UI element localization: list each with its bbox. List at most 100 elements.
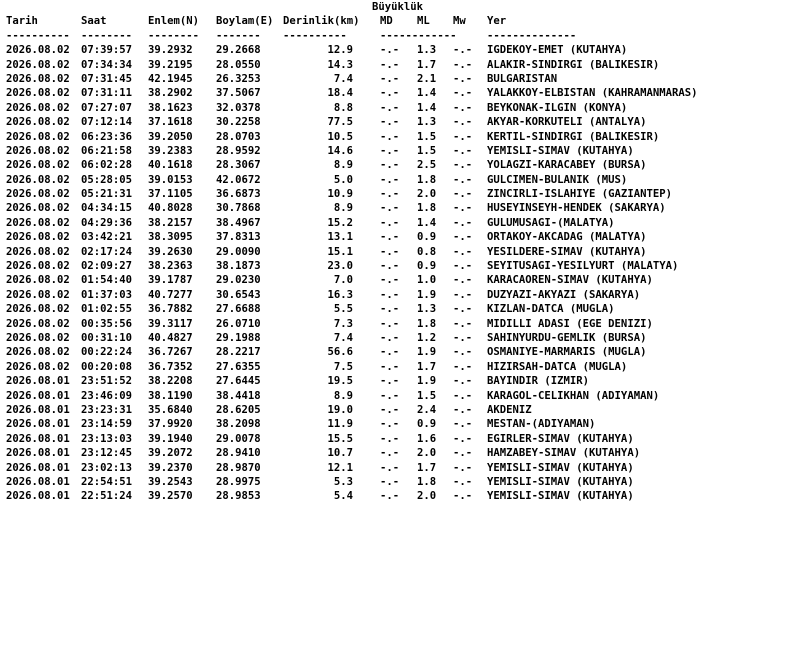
cell-time: 07:31:11 <box>81 87 133 100</box>
cell-date: 2026.08.02 <box>6 346 70 359</box>
cell-time: 01:37:03 <box>81 288 133 301</box>
cell-md: -.- <box>380 461 400 474</box>
cell-mw: -.- <box>453 346 473 359</box>
cell-latitude: 39.2370 <box>148 461 193 474</box>
cell-date: 2026.08.02 <box>6 101 70 114</box>
cell-date: 2026.08.02 <box>6 260 70 273</box>
cell-latitude: 38.3095 <box>148 231 193 244</box>
cell-depth: 18.4 <box>327 87 353 100</box>
cell-longitude: 28.2217 <box>216 346 261 359</box>
cell-longitude: 28.9870 <box>216 461 261 474</box>
cell-mw: -.- <box>453 87 473 100</box>
rule-time: -------- <box>81 29 133 42</box>
cell-time: 07:27:07 <box>81 101 133 114</box>
cell-depth: 10.9 <box>327 188 353 201</box>
cell-time: 03:42:21 <box>81 231 133 244</box>
cell-location: YEMISLI-SIMAV (KUTAHYA) <box>487 461 634 474</box>
cell-depth: 19.5 <box>327 375 353 388</box>
cell-time: 23:13:03 <box>81 432 133 445</box>
table-row: 2026.08.02 06:23:36 39.2050 28.0703 10.5… <box>6 130 800 144</box>
cell-latitude: 39.1940 <box>148 432 193 445</box>
cell-location: GULUMUSAGI-(MALATYA) <box>487 216 615 229</box>
cell-depth: 12.1 <box>327 461 353 474</box>
cell-longitude: 28.9853 <box>216 490 261 503</box>
cell-ml: 2.0 <box>417 447 437 460</box>
table-row: 2026.08.01 23:51:52 38.2208 27.6445 19.5… <box>6 374 800 388</box>
cell-latitude: 40.7277 <box>148 288 193 301</box>
cell-longitude: 27.6445 <box>216 375 261 388</box>
cell-ml: 1.2 <box>417 331 437 344</box>
cell-md: -.- <box>380 274 400 287</box>
cell-mw: -.- <box>453 360 473 373</box>
table-row: 2026.08.01 23:46:09 38.1190 38.4418 8.9 … <box>6 389 800 403</box>
cell-date: 2026.08.02 <box>6 58 70 71</box>
cell-location: SAHINYURDU-GEMLIK (BURSA) <box>487 331 647 344</box>
cell-mw: -.- <box>453 58 473 71</box>
cell-time: 05:28:05 <box>81 173 133 186</box>
cell-date: 2026.08.02 <box>6 159 70 172</box>
table-row: 2026.08.02 06:02:28 40.1618 28.3067 8.9 … <box>6 158 800 172</box>
cell-location: YEMISLI-SIMAV (KUTAHYA) <box>487 475 634 488</box>
cell-ml: 1.4 <box>417 101 437 114</box>
table-row: 2026.08.02 07:31:45 42.1945 26.3253 7.4 … <box>6 72 800 86</box>
cell-md: -.- <box>380 447 400 460</box>
cell-longitude: 38.4418 <box>216 389 261 402</box>
cell-time: 23:02:13 <box>81 461 133 474</box>
table-row: 2026.08.02 04:34:15 40.8028 30.7868 8.9 … <box>6 201 800 215</box>
cell-depth: 23.0 <box>327 260 353 273</box>
cell-latitude: 39.2570 <box>148 490 193 503</box>
cell-date: 2026.08.02 <box>6 72 70 85</box>
cell-location: MESTAN-(ADIYAMAN) <box>487 418 596 431</box>
cell-location: KERTIL-SINDIRGI (BALIKESIR) <box>487 130 660 143</box>
cell-md: -.- <box>380 101 400 114</box>
cell-longitude: 28.3067 <box>216 159 261 172</box>
cell-ml: 1.5 <box>417 389 437 402</box>
cell-depth: 8.9 <box>333 389 353 402</box>
cell-depth: 14.6 <box>327 144 353 157</box>
cell-longitude: 36.6873 <box>216 188 261 201</box>
table-row: 2026.08.02 01:37:03 40.7277 30.6543 16.3… <box>6 288 800 302</box>
cell-latitude: 36.7882 <box>148 303 193 316</box>
table-row: 2026.08.02 05:28:05 39.0153 42.0672 5.0 … <box>6 173 800 187</box>
table-row: 2026.08.02 00:35:56 39.3117 26.0710 7.3 … <box>6 317 800 331</box>
table-row: 2026.08.01 23:13:03 39.1940 29.0078 15.5… <box>6 432 800 446</box>
cell-mw: -.- <box>453 116 473 129</box>
cell-latitude: 40.1618 <box>148 159 193 172</box>
cell-mw: -.- <box>453 447 473 460</box>
cell-location: HIZIRSAH-DATCA (MUGLA) <box>487 360 628 373</box>
cell-depth: 5.5 <box>333 303 353 316</box>
cell-mw: -.- <box>453 490 473 503</box>
cell-location: AKDENIZ <box>487 403 532 416</box>
cell-latitude: 39.3117 <box>148 317 193 330</box>
cell-latitude: 37.1618 <box>148 116 193 129</box>
cell-date: 2026.08.02 <box>6 202 70 215</box>
cell-ml: 2.1 <box>417 72 437 85</box>
column-header-line: Tarih Saat Enlem(N) Boylam(E) Derinlik(k… <box>6 14 800 28</box>
cell-md: -.- <box>380 188 400 201</box>
cell-date: 2026.08.02 <box>6 231 70 244</box>
cell-mw: -.- <box>453 216 473 229</box>
cell-ml: 2.0 <box>417 490 437 503</box>
cell-longitude: 38.1873 <box>216 260 261 273</box>
cell-depth: 5.0 <box>333 173 353 186</box>
cell-time: 00:20:08 <box>81 360 133 373</box>
table-row: 2026.08.01 22:54:51 39.2543 28.9975 5.3 … <box>6 475 800 489</box>
cell-location: OSMANIYE-MARMARIS (MUGLA) <box>487 346 647 359</box>
cell-latitude: 42.1945 <box>148 72 193 85</box>
cell-longitude: 27.6355 <box>216 360 261 373</box>
cell-depth: 7.4 <box>333 331 353 344</box>
cell-latitude: 36.7267 <box>148 346 193 359</box>
cell-md: -.- <box>380 418 400 431</box>
table-row: 2026.08.02 07:31:11 38.2902 37.5067 18.4… <box>6 86 800 100</box>
cell-depth: 19.0 <box>327 403 353 416</box>
cell-ml: 1.5 <box>417 144 437 157</box>
cell-md: -.- <box>380 159 400 172</box>
cell-longitude: 30.7868 <box>216 202 261 215</box>
cell-md: -.- <box>380 173 400 186</box>
cell-md: -.- <box>380 475 400 488</box>
table-row: 2026.08.02 03:42:21 38.3095 37.8313 13.1… <box>6 230 800 244</box>
cell-md: -.- <box>380 231 400 244</box>
cell-md: -.- <box>380 375 400 388</box>
cell-latitude: 39.2072 <box>148 447 193 460</box>
table-row: 2026.08.02 07:34:34 39.2195 28.0550 14.3… <box>6 58 800 72</box>
